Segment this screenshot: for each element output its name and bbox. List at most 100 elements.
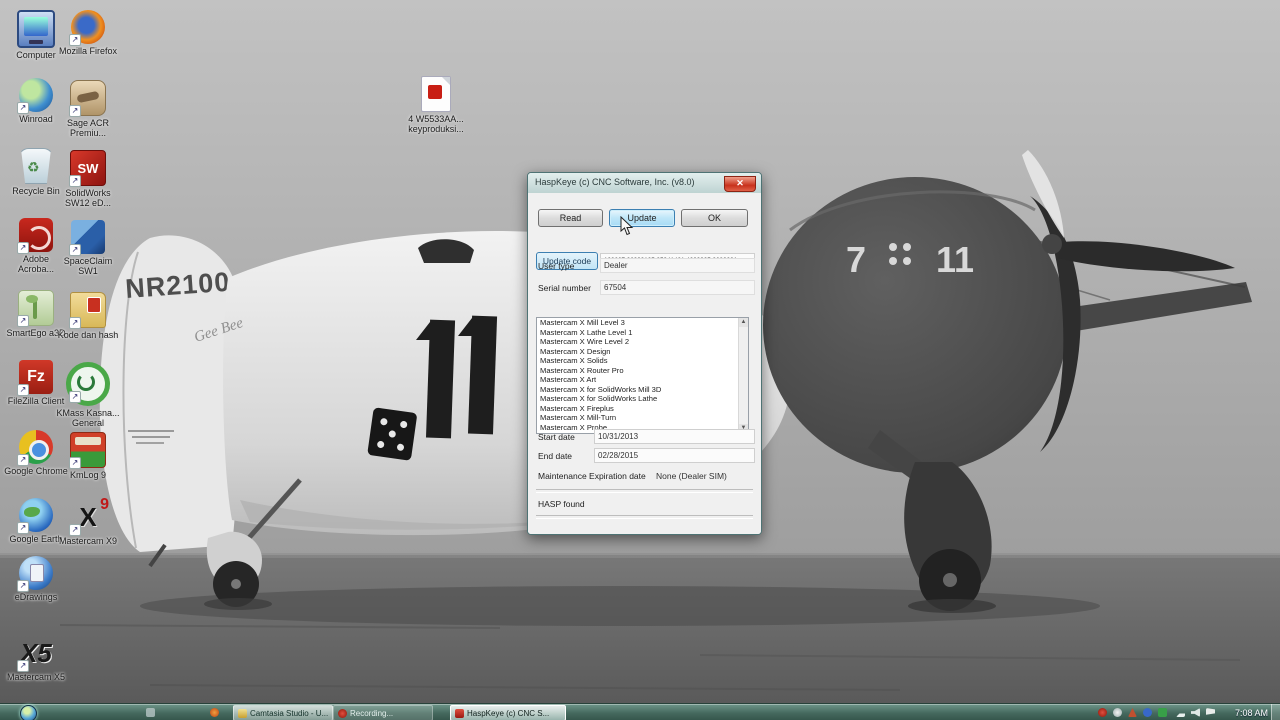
read-button[interactable]: Read [538, 209, 603, 227]
maintenance-value: None (Dealer SIM) [656, 471, 727, 481]
list-item[interactable]: Mastercam X Mill-Turn [537, 413, 748, 423]
show-desktop-button[interactable] [1271, 704, 1280, 720]
divider [536, 489, 753, 493]
end-date-label: End date [538, 451, 572, 461]
taskbar-button-label: Recording... [350, 709, 393, 718]
list-item[interactable]: Mastercam X Wire Level 2 [537, 337, 748, 347]
volume-icon[interactable] [1191, 708, 1200, 717]
camtasia-icon [238, 709, 247, 718]
svg-text:11: 11 [936, 239, 974, 280]
desktop-icon-mastercam-x5[interactable]: X5 Mastercam X5 [4, 636, 68, 682]
ok-button[interactable]: OK [681, 209, 748, 227]
adobe-icon [19, 218, 53, 252]
kmlog-icon [70, 432, 106, 468]
green-tray-icon[interactable] [1158, 708, 1167, 717]
icon-label: Mozilla Firefox [56, 46, 120, 56]
desktop-file-key[interactable]: 4 W5533AA... keyproduksi... [400, 76, 472, 134]
spaceclaim-icon [71, 220, 105, 254]
list-item[interactable]: Mastercam X Art [537, 375, 748, 385]
list-item[interactable]: Mastercam X Fireplus [537, 404, 748, 414]
mouse-cursor [620, 216, 634, 236]
desktop-icon-firefox[interactable]: Mozilla Firefox [56, 10, 120, 56]
taskbar-button-recording[interactable]: Recording... [333, 705, 433, 720]
record-icon [338, 709, 347, 718]
desktop: NR2100 Gee Bee 7 11 [0, 0, 1280, 720]
divider [536, 515, 753, 519]
list-item[interactable]: Mastercam X Solids [537, 356, 748, 366]
folder-icon [70, 292, 106, 328]
filezilla-icon: Fz [19, 360, 53, 394]
dialog-body: Read Update OK Update code 103667 369991… [528, 193, 761, 534]
serial-number-label: Serial number [538, 283, 591, 293]
taskbar-button-camtasia[interactable]: Camtasia Studio - U... [233, 705, 333, 720]
pinned-firefox-icon[interactable] [210, 708, 219, 717]
dialog-title: HaspKeye (c) CNC Software, Inc. (v8.0) [535, 177, 695, 187]
list-item[interactable]: Mastercam X for SolidWorks Lathe [537, 394, 748, 404]
ball-tray-icon[interactable] [1113, 708, 1122, 717]
taskbar-clock[interactable]: 7:08 AM [1235, 708, 1268, 718]
desktop-icon-kmlog[interactable]: KmLog 9 [56, 432, 120, 480]
product-listbox[interactable]: Mastercam X Mill Level 3 Mastercam X Lat… [536, 317, 749, 434]
desktop-icon-edrawings[interactable]: eDrawings [4, 556, 68, 602]
hasp-status: HASP found [538, 499, 585, 509]
maintenance-label: Maintenance Expiration date [538, 471, 646, 481]
haspkeye-icon [455, 709, 464, 718]
user-type-label: User type [538, 261, 574, 271]
plant-app-icon [18, 290, 54, 326]
update-button[interactable]: Update [609, 209, 675, 227]
mastercam-x9-icon: X 9 [71, 500, 105, 534]
list-item[interactable]: Mastercam X Lathe Level 1 [537, 328, 748, 338]
user-type-value: Dealer [600, 258, 755, 273]
start-button[interactable] [20, 705, 37, 720]
google-earth-icon [19, 498, 53, 532]
svg-text:7: 7 [846, 239, 866, 280]
desktop-icon-kmass[interactable]: KMass Kasna... General [56, 362, 120, 428]
list-item[interactable]: Mastercam X Router Pro [537, 366, 748, 376]
desktop-icon-sage[interactable]: Sage ACR Premiu... [56, 80, 120, 138]
haspkeye-dialog: HaspKeye (c) CNC Software, Inc. (v8.0) ✕… [527, 172, 762, 535]
ground [0, 555, 1280, 703]
scroll-up-icon[interactable]: ▲ [739, 318, 748, 327]
serial-number-value: 67504 [600, 280, 755, 295]
start-date-field[interactable]: 10/31/2013 [594, 429, 755, 444]
record-tray-icon[interactable] [1098, 708, 1107, 717]
taskbar: Camtasia Studio - U... Recording... Hasp… [0, 703, 1280, 720]
dialog-titlebar[interactable]: HaspKeye (c) CNC Software, Inc. (v8.0) ✕ [528, 173, 761, 194]
warning-tray-icon[interactable] [1128, 708, 1137, 717]
key-file-icon [421, 76, 451, 112]
desktop-icon-folder[interactable]: Kode dan hash [56, 292, 120, 340]
engine-cowl [763, 177, 1067, 473]
close-button[interactable]: ✕ [724, 176, 756, 192]
list-item[interactable]: Mastercam X Design [537, 347, 748, 357]
icon-label: Kode dan hash [56, 330, 120, 340]
icon-label: eDrawings [4, 592, 68, 602]
list-item[interactable]: Mastercam X Mill Level 3 [537, 318, 748, 328]
start-date-label: Start date [538, 432, 575, 442]
network-icon[interactable] [1176, 708, 1185, 717]
icon-label: Mastercam X9 [56, 536, 120, 546]
recycle-bin-icon: ♻ [18, 148, 54, 184]
pinned-app-icon[interactable] [146, 708, 155, 717]
icon-label: 4 W5533AA... keyproduksi... [400, 114, 472, 134]
end-date-field[interactable]: 02/28/2015 [594, 448, 755, 463]
listbox-scrollbar[interactable]: ▲ ▼ [738, 318, 748, 433]
taskbar-button-label: Camtasia Studio - U... [250, 709, 328, 718]
green-ring-icon [66, 362, 110, 406]
globe-app-icon [19, 78, 53, 112]
icon-label: Mastercam X5 [4, 672, 68, 682]
chrome-icon [19, 430, 53, 464]
desktop-icon-mastercam-x9[interactable]: X 9 Mastercam X9 [56, 500, 120, 546]
dice-logo [367, 407, 417, 461]
firefox-icon [71, 10, 105, 44]
desktop-icon-solidworks[interactable]: SW SolidWorks SW12 eD... [56, 150, 120, 208]
icon-label: KMass Kasna... General [56, 408, 120, 428]
sage-icon [70, 80, 106, 116]
desktop-icon-spaceclaim[interactable]: SpaceClaim SW1 [56, 220, 120, 276]
taskbar-button-haspkeye[interactable]: HaspKeye (c) CNC S... [450, 705, 566, 720]
action-center-flag-icon[interactable] [1206, 708, 1215, 717]
blue-tray-icon[interactable] [1143, 708, 1152, 717]
list-item[interactable]: Mastercam X for SolidWorks Mill 3D [537, 385, 748, 395]
icon-label: KmLog 9 [56, 470, 120, 480]
edrawings-icon [19, 556, 53, 590]
icon-label: Sage ACR Premiu... [56, 118, 120, 138]
